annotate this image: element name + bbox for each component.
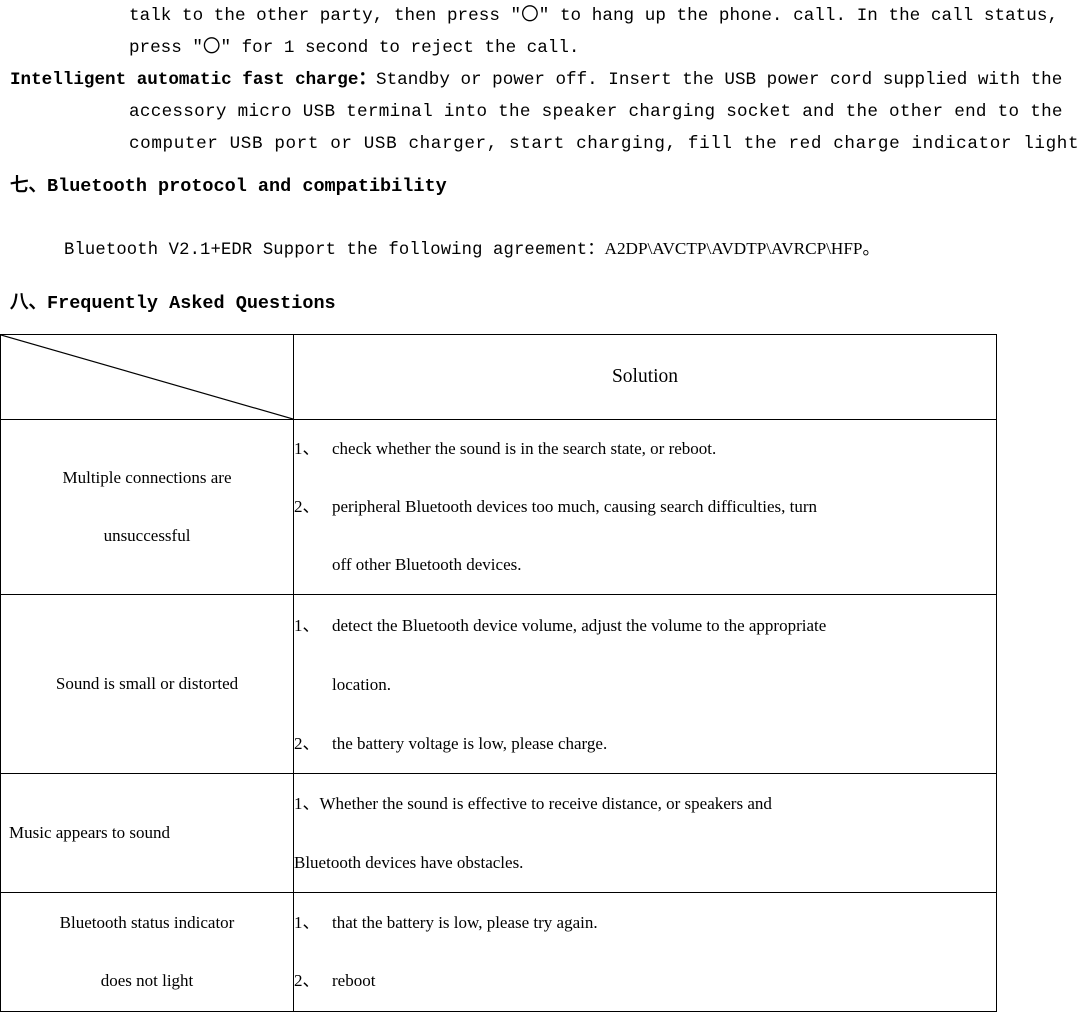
- answer-item: 2、 the battery voltage is low, please ch…: [294, 714, 996, 773]
- answer-item: 1、Whether the sound is effective to rece…: [294, 774, 996, 892]
- table-row: Music appears to sound 1、Whether the sou…: [0, 773, 997, 893]
- header-cell-diagonal-split: [0, 334, 294, 420]
- answer-marker: 1、: [294, 794, 320, 813]
- answer-continuation: off other Bluetooth devices.: [332, 555, 522, 574]
- answer-marker: 1、: [294, 439, 320, 458]
- answer-item: 2、 peripheral Bluetooth devices too much…: [294, 478, 996, 594]
- paragraph-line-1: talk to the other party, then press "〇" …: [129, 6, 1059, 26]
- protocol-prefix: Bluetooth V2.1+EDR Support the following…: [64, 241, 605, 260]
- table-row: Bluetooth status indicator does not ligh…: [0, 892, 997, 1012]
- protocol-list: A2DP\AVCTP\AVDTP\AVRCP\HFP: [604, 239, 863, 258]
- answer-text: that the battery is low, please try agai…: [332, 913, 598, 932]
- answer-item: 1、 that the battery is low, please try a…: [294, 894, 996, 952]
- question-cell: Sound is small or distorted: [0, 594, 294, 774]
- protocol-support-text: Bluetooth V2.1+EDR Support the following…: [64, 234, 880, 260]
- answer-marker: 1、: [294, 615, 320, 635]
- question-line-1: Music appears to sound: [9, 823, 171, 842]
- answer-text: Whether the sound is effective to receiv…: [319, 794, 772, 813]
- answer-continuation: location.: [332, 674, 392, 694]
- question-line-2: does not light: [100, 971, 194, 990]
- diagonal-divider-icon: [1, 335, 293, 419]
- answer-item: 1、 detect the Bluetooth device volume, a…: [294, 596, 996, 714]
- table-header-row: Solution: [0, 334, 997, 420]
- faq-table: Solution Multiple connections are unsucc…: [0, 334, 997, 1012]
- answer-text: check whether the sound is in the search…: [332, 439, 717, 458]
- protocol-suffix: 。: [862, 241, 880, 260]
- answer-marker: 1、: [294, 913, 320, 932]
- answer-cell: 1、 check whether the sound is in the sea…: [293, 419, 997, 595]
- answer-item: 2、 reboot: [294, 952, 996, 1010]
- question-line-1: Sound is small or distorted: [55, 674, 239, 693]
- answer-text: the battery voltage is low, please charg…: [332, 733, 608, 753]
- table-row: Sound is small or distorted 1、 detect th…: [0, 594, 997, 774]
- question-line-1: Bluetooth status indicator: [59, 913, 235, 932]
- fast-charge-line-2: accessory micro USB terminal into the sp…: [129, 102, 1063, 122]
- answer-text: peripheral Bluetooth devices too much, c…: [332, 497, 817, 516]
- header-cell-solution: Solution: [293, 334, 997, 420]
- fast-charge-label: Intelligent automatic fast charge：: [10, 70, 377, 90]
- answer-marker: 2、: [294, 733, 320, 753]
- question-cell: Music appears to sound: [0, 773, 294, 893]
- answer-continuation: Bluetooth devices have obstacles.: [294, 853, 524, 872]
- question-cell: Multiple connections are unsuccessful: [0, 419, 294, 595]
- section-heading-protocol: 七、Bluetooth protocol and compatibility: [10, 176, 447, 197]
- intro-paragraph: talk to the other party, then press "〇" …: [0, 0, 1079, 160]
- paragraph-line-2: press "〇" for 1 second to reject the cal…: [129, 38, 580, 58]
- fast-charge-text-1: Standby or power off. Insert the USB pow…: [376, 70, 1063, 90]
- answer-marker: 2、: [294, 971, 320, 990]
- document-page: talk to the other party, then press "〇" …: [0, 0, 1079, 1012]
- question-line-2: unsuccessful: [103, 526, 191, 545]
- question-cell: Bluetooth status indicator does not ligh…: [0, 892, 294, 1012]
- section-heading-faq: 八、Frequently Asked Questions: [10, 293, 336, 314]
- answer-text: reboot: [332, 971, 376, 990]
- table-row: Multiple connections are unsuccessful 1、…: [0, 419, 997, 595]
- answer-cell: 1、 detect the Bluetooth device volume, a…: [293, 594, 997, 774]
- answer-cell: 1、 that the battery is low, please try a…: [293, 892, 997, 1012]
- fast-charge-line-1: Intelligent automatic fast charge：Standb…: [0, 64, 1079, 96]
- answer-item: 1、 check whether the sound is in the sea…: [294, 420, 996, 478]
- answer-marker: 2、: [294, 497, 320, 516]
- answer-cell: 1、Whether the sound is effective to rece…: [293, 773, 997, 893]
- question-line-1: Multiple connections are: [62, 468, 232, 487]
- fast-charge-line-3: computer USB port or USB charger, start …: [129, 134, 1079, 154]
- answer-text: detect the Bluetooth device volume, adju…: [332, 615, 827, 635]
